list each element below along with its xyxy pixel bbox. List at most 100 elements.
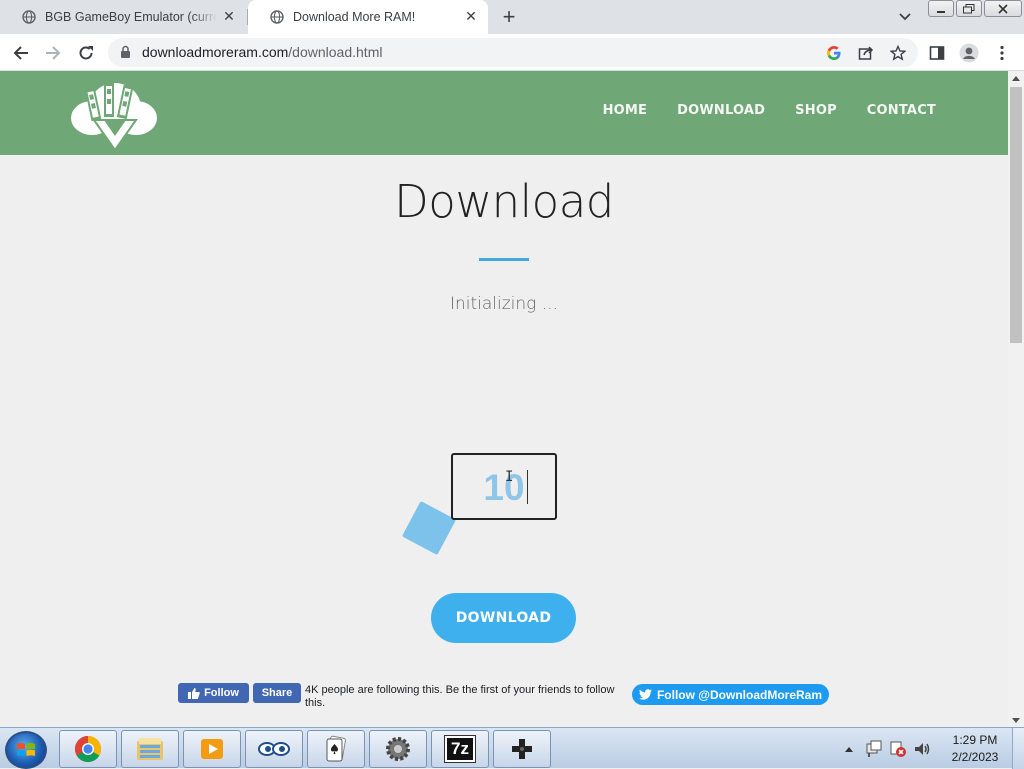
facebook-follow-button[interactable]: Follow [178, 683, 249, 703]
clock-time: 1:29 PM [952, 733, 998, 747]
countdown-number: 10 [483, 467, 525, 508]
facebook-share-button[interactable]: Share [253, 683, 301, 703]
facebook-follow-label: Follow [204, 687, 239, 699]
show-hidden-icons-icon[interactable] [843, 744, 855, 754]
close-tab-icon[interactable]: ✕ [464, 9, 478, 23]
volume-icon[interactable] [913, 740, 931, 758]
thumbs-up-icon [188, 687, 200, 699]
tab-bgb-emulator[interactable]: BGB GameBoy Emulator (current ✕ [0, 0, 246, 34]
url-path: /download.html [288, 44, 383, 60]
clock-date: 2/2/2023 [951, 750, 999, 764]
network-error-icon[interactable] [889, 740, 907, 758]
twitter-follow-button[interactable]: Follow @DownloadMoreRam [632, 684, 829, 705]
media-player-icon [201, 739, 223, 759]
reload-button[interactable] [75, 42, 97, 64]
taskbar-solitaire[interactable] [307, 730, 365, 768]
page-viewport: HOME DOWNLOAD SHOP CONTACT Download Init… [0, 71, 1008, 727]
countdown-box: 10 I [451, 453, 557, 520]
7zip-icon: 7z [444, 735, 476, 763]
scroll-down-arrow-icon[interactable] [1012, 718, 1020, 723]
minimize-button[interactable] [928, 0, 954, 17]
browser-toolbar: downloadmoreram.com/download.html [0, 34, 1024, 71]
share-icon [858, 46, 874, 60]
taskbar-7zip[interactable]: 7z [431, 730, 489, 768]
share-button[interactable] [855, 42, 877, 64]
facebook-follow-count-text: 4K people are following this. Be the fir… [305, 684, 615, 709]
gamepad-icon [512, 739, 532, 759]
show-desktop-button[interactable] [1012, 728, 1024, 769]
close-window-button[interactable] [984, 0, 1022, 17]
taskbar: 7z 1:29 PM 2/2/2023 [0, 727, 1024, 769]
taskbar-file-explorer[interactable] [121, 730, 179, 768]
side-panel-icon [929, 46, 945, 60]
download-cloud-ram-logo[interactable] [70, 78, 160, 152]
arrow-right-icon [46, 46, 61, 60]
solitaire-icon [326, 735, 346, 762]
side-panel-button[interactable] [926, 42, 948, 64]
7zip-label: 7z [451, 739, 469, 758]
window-controls [928, 0, 1024, 18]
taskbar-settings[interactable] [369, 730, 427, 768]
action-center-flag-icon[interactable] [865, 740, 883, 758]
file-explorer-icon [137, 738, 163, 760]
profile-button[interactable] [958, 42, 980, 64]
social-bar: Follow Share 4K people are following thi… [178, 683, 838, 723]
nav-home[interactable]: HOME [603, 103, 648, 118]
settings-gear-icon [386, 737, 410, 761]
chrome-menu-button[interactable] [991, 42, 1013, 64]
twitter-follow-label: Follow @DownloadMoreRam [656, 687, 823, 702]
globe-icon [270, 10, 284, 24]
tab-title: Download More RAM! [293, 10, 416, 24]
address-bar[interactable]: downloadmoreram.com/download.html [108, 38, 918, 67]
scroll-up-arrow-icon[interactable] [1012, 76, 1020, 81]
nav-download[interactable]: DOWNLOAD [677, 103, 765, 118]
tab-strip: BGB GameBoy Emulator (current ✕ Download… [0, 0, 1024, 34]
close-tab-icon[interactable]: ✕ [222, 9, 236, 23]
google-lens-button[interactable] [823, 42, 845, 64]
title-underline [479, 258, 529, 261]
star-icon [890, 45, 906, 61]
ibeam-cursor-icon: I [505, 469, 514, 485]
twitter-bird-icon [638, 689, 652, 700]
taskbar-media-player[interactable] [183, 730, 241, 768]
chevron-down-icon[interactable] [895, 8, 915, 26]
chrome-icon [74, 735, 102, 763]
taskbar-eyes[interactable] [245, 730, 303, 768]
scrollbar-thumb[interactable] [1010, 87, 1022, 343]
globe-icon [22, 10, 36, 24]
page-title: Download [394, 175, 614, 228]
vertical-scrollbar[interactable] [1008, 71, 1024, 727]
loading-spinner-square [401, 500, 457, 556]
new-tab-button[interactable]: + [498, 6, 520, 28]
nav-shop[interactable]: SHOP [795, 103, 837, 118]
google-icon [827, 46, 841, 61]
start-button[interactable] [5, 731, 47, 769]
minimize-icon [937, 10, 945, 13]
site-header: HOME DOWNLOAD SHOP CONTACT [0, 71, 1008, 155]
text-caret [527, 470, 528, 504]
main-nav: HOME DOWNLOAD SHOP CONTACT [603, 103, 936, 118]
bookmark-button[interactable] [887, 42, 909, 64]
system-clock[interactable]: 1:29 PM 2/2/2023 [940, 732, 1010, 766]
taskbar-gamepad[interactable] [493, 730, 551, 768]
lock-icon[interactable] [120, 45, 131, 59]
restore-button[interactable] [956, 0, 982, 17]
tab-download-more-ram[interactable]: Download More RAM! ✕ [248, 0, 488, 34]
taskbar-chrome[interactable] [59, 730, 117, 768]
system-tray [843, 728, 931, 769]
forward-button[interactable] [42, 42, 64, 64]
nav-contact[interactable]: CONTACT [867, 103, 936, 118]
download-button[interactable]: DOWNLOAD [431, 593, 576, 643]
tab-title: BGB GameBoy Emulator (current [45, 10, 217, 24]
restore-icon [963, 3, 975, 13]
more-vert-icon [1000, 45, 1004, 61]
back-button[interactable] [10, 42, 32, 64]
url-text: downloadmoreram.com/download.html [142, 44, 382, 60]
url-domain: downloadmoreram.com [142, 44, 289, 60]
arrow-left-icon [13, 46, 28, 60]
close-icon [998, 3, 1008, 14]
reload-icon [79, 46, 93, 60]
windows-logo-icon [17, 743, 35, 756]
avatar-icon [959, 43, 979, 63]
status-text: Initializing ... [449, 294, 558, 314]
